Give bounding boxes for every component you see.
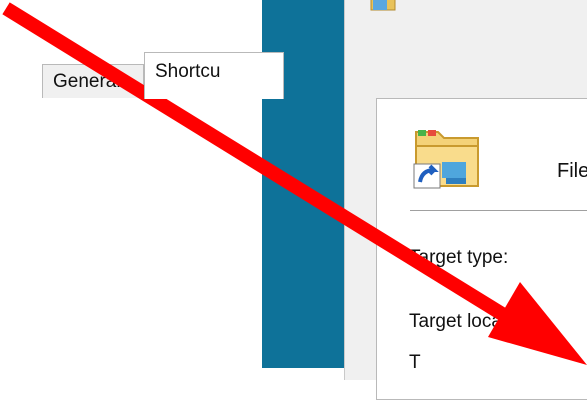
tab-general[interactable]: General [42,64,144,98]
target-label: T [409,352,421,373]
window-title-icon [370,0,396,11]
divider [410,210,587,212]
tab-shortcut[interactable]: Shortcu [144,52,284,99]
target-location-label: Target location: [409,311,538,332]
folder-shortcut-icon [413,130,479,189]
tab-shortcut-label: Shortcu [155,61,221,82]
tab-general-label: General [53,71,121,92]
shortcut-name: File [557,160,587,182]
target-type-label: Target type: [409,247,509,268]
